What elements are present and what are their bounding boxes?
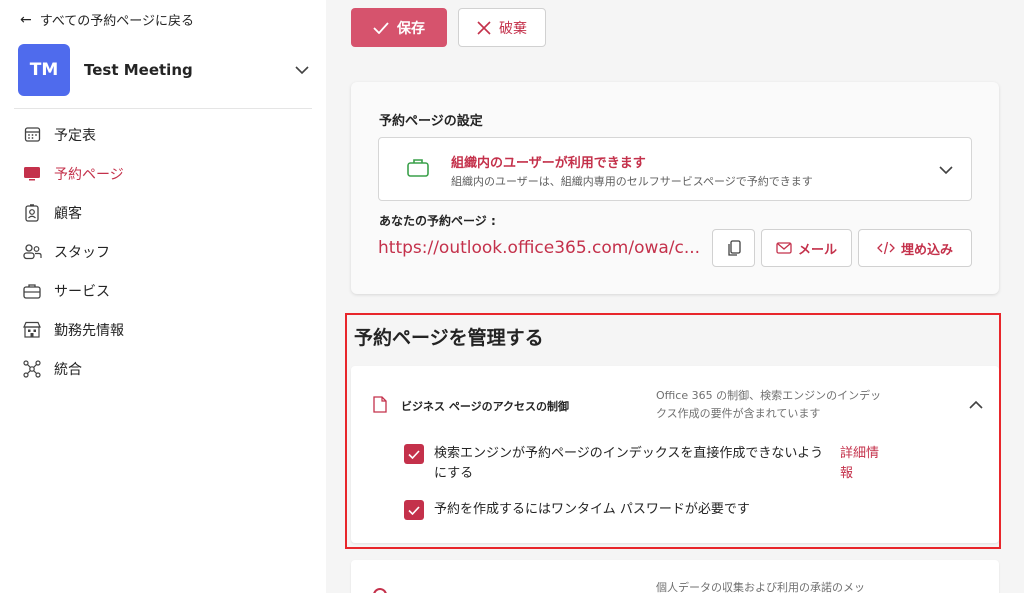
save-button[interactable]: 保存 bbox=[351, 8, 447, 47]
discard-button[interactable]: 破棄 bbox=[458, 8, 546, 47]
highlight-outline bbox=[345, 313, 1001, 549]
network-icon bbox=[22, 359, 42, 379]
embed-button[interactable]: 埋め込み bbox=[858, 229, 972, 267]
sidebar-item-label: スタッフ bbox=[54, 244, 110, 261]
your-page-label: あなたの予約ページ : bbox=[379, 214, 496, 228]
discard-button-label: 破棄 bbox=[499, 20, 527, 37]
sidebar-item-label: サービス bbox=[54, 283, 110, 300]
close-icon bbox=[477, 20, 491, 35]
sidebar-item-business-info[interactable]: 勤務先情報 bbox=[22, 310, 124, 349]
sidebar-item-integrations[interactable]: 統合 bbox=[22, 349, 124, 388]
back-link-label: すべての予約ページに戻る bbox=[39, 14, 195, 29]
mail-button-label: メール bbox=[797, 242, 837, 258]
embed-button-label: 埋め込み bbox=[900, 242, 953, 258]
sidebar-item-booking-page[interactable]: 予約ページ bbox=[22, 154, 124, 193]
chevron-down-icon[interactable] bbox=[292, 60, 312, 80]
back-to-booking-pages-link[interactable]: ← すべての予約ページに戻る bbox=[20, 10, 195, 30]
sidebar: ← すべての予約ページに戻る TM Test Meeting 予定表 予約ページ bbox=[0, 0, 326, 593]
sidebar-item-staff[interactable]: スタッフ bbox=[22, 232, 124, 271]
checkmark-icon bbox=[373, 21, 389, 34]
sidebar-nav: 予定表 予約ページ 顧客 スタッフ サービス 勤務先情報 統合 bbox=[22, 115, 124, 388]
access-level-dropdown[interactable]: 組織内のユーザーが利用できます 組織内のユーザーは、組織内専用のセルフサービスペ… bbox=[378, 137, 972, 201]
monitor-icon bbox=[22, 164, 42, 184]
sidebar-divider bbox=[14, 108, 312, 109]
consent-icon bbox=[373, 588, 387, 593]
sidebar-item-label: 勤務先情報 bbox=[54, 322, 124, 339]
sidebar-item-label: 予約ページ bbox=[54, 166, 124, 183]
meeting-selector[interactable]: TM Test Meeting bbox=[18, 44, 312, 96]
consent-description: 個人データの収集および利用の承諾のメッ bbox=[656, 581, 865, 593]
code-icon bbox=[877, 241, 895, 255]
mail-icon bbox=[776, 242, 792, 254]
people-icon bbox=[22, 242, 42, 262]
consent-card: 個人データの収集および利用の承諾のメッ bbox=[351, 560, 999, 593]
building-icon bbox=[22, 320, 42, 340]
copy-link-button[interactable] bbox=[712, 229, 755, 267]
settings-title: 予約ページの設定 bbox=[379, 114, 483, 129]
meeting-name: Test Meeting bbox=[84, 61, 193, 79]
booking-page-url[interactable]: https://outlook.office365.com/owa/c... bbox=[378, 238, 706, 258]
briefcase-icon bbox=[407, 158, 429, 181]
sidebar-item-calendar[interactable]: 予定表 bbox=[22, 115, 124, 154]
share-email-button[interactable]: メール bbox=[761, 229, 852, 267]
sidebar-item-customers[interactable]: 顧客 bbox=[22, 193, 124, 232]
chevron-down-icon bbox=[939, 160, 953, 179]
contact-card-icon bbox=[22, 203, 42, 223]
booking-page-settings-card: 予約ページの設定 組織内のユーザーが利用できます 組織内のユーザーは、組織内専用… bbox=[351, 82, 999, 294]
avatar: TM bbox=[18, 44, 70, 96]
back-arrow-icon: ← bbox=[20, 11, 32, 28]
access-level-description: 組織内のユーザーは、組織内専用のセルフサービスページで予約できます bbox=[451, 175, 813, 188]
calendar-icon bbox=[22, 125, 42, 145]
sidebar-item-services[interactable]: サービス bbox=[22, 271, 124, 310]
sidebar-item-label: 統合 bbox=[54, 361, 82, 378]
sidebar-item-label: 顧客 bbox=[54, 205, 82, 222]
sidebar-item-label: 予定表 bbox=[54, 127, 96, 144]
access-level-value: 組織内のユーザーが利用できます bbox=[451, 156, 646, 171]
save-button-label: 保存 bbox=[397, 20, 425, 37]
copy-icon bbox=[727, 239, 741, 256]
briefcase-icon bbox=[22, 281, 42, 301]
